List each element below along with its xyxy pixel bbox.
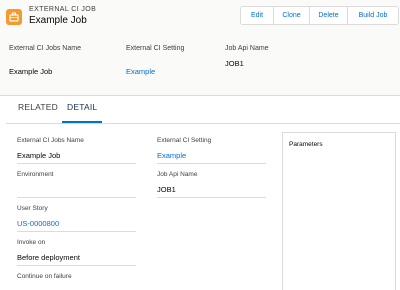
clone-button[interactable]: Clone [274,7,310,24]
field-value-job-api-name: JOB1 [157,185,176,194]
edit-button[interactable]: Edit [241,7,274,24]
field-divider [157,197,266,198]
record-header: EXTERNAL CI JOB Example Job Edit Clone D… [0,0,400,96]
parameters-panel: Parameters [282,132,396,290]
highlight-label-jobs-name: External CI Jobs Name [9,45,81,52]
tabs-divider [6,123,400,124]
field-value-jobs-name: Example Job [17,151,61,160]
field-label-ci-setting: External CI Setting [157,137,212,144]
build-job-button[interactable]: Build Job [348,7,398,24]
field-divider [157,163,266,164]
tab-related[interactable]: RELATED [18,102,58,112]
action-buttons: Edit Clone Delete Build Job [240,6,399,25]
object-type-label: EXTERNAL CI JOB [29,6,97,13]
parameters-title: Parameters [289,141,323,148]
user-story-link[interactable]: US-0000800 [17,219,59,228]
record-title: Example Job [29,15,87,26]
highlight-link-ci-setting[interactable]: Example [126,67,155,76]
highlight-label-ci-setting: External CI Setting [126,45,185,52]
highlight-value-jobs-name: Example Job [9,67,53,76]
highlight-value-job-api-name: JOB1 [225,59,244,68]
ci-setting-link[interactable]: Example [157,151,186,160]
field-label-continue-on-failure: Continue on failure [17,273,72,280]
field-divider [17,163,136,164]
field-label-job-api-name: Job Api Name [157,171,198,178]
highlight-label-job-api-name: Job Api Name [225,45,269,52]
field-divider [17,265,136,266]
field-value-invoke-on: Before deployment [17,253,80,262]
field-label-environment: Environment [17,171,54,178]
ci-job-icon [6,9,22,25]
field-divider [17,197,136,198]
delete-button[interactable]: Delete [310,7,348,24]
field-label-user-story: User Story [17,205,48,212]
tab-detail[interactable]: DETAIL [67,102,97,112]
field-label-jobs-name: External CI Jobs Name [17,137,84,144]
field-divider [17,231,136,232]
field-label-invoke-on: Invoke on [17,239,46,246]
